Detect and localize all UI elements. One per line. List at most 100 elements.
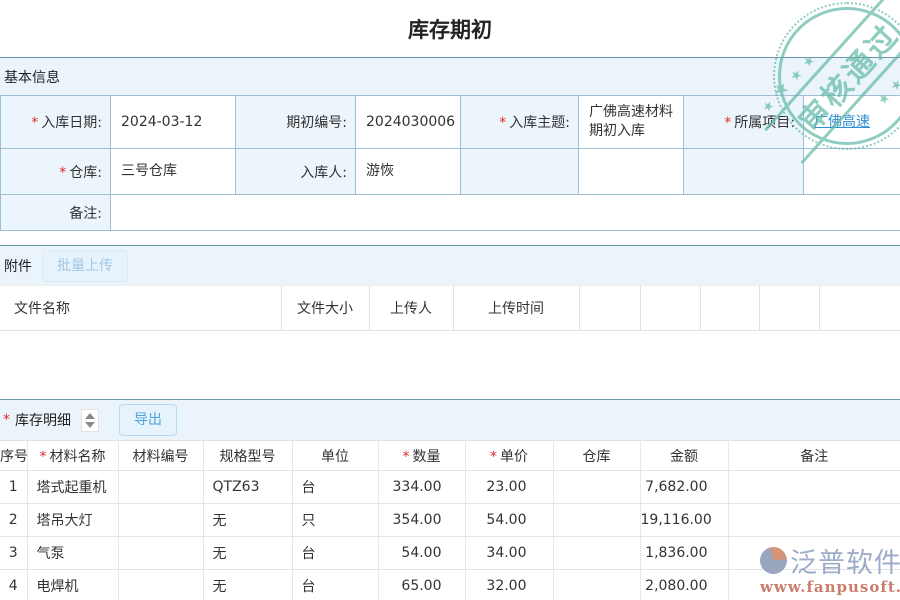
cell-amount: 1,836.00 — [640, 537, 728, 570]
page-title: 库存期初 — [0, 14, 900, 44]
empty-value-cell — [804, 149, 900, 195]
table-row: 2 塔吊大灯 无 只 354.00 54.00 19,116.00 — [0, 504, 900, 537]
cell-spec-model: 无 — [203, 537, 292, 570]
sort-down-icon[interactable] — [85, 422, 95, 428]
basic-info-section-title: 基本信息 — [4, 67, 60, 87]
cell-unit-price: 54.00 — [465, 504, 553, 537]
table-row: 4 电焊机 无 台 65.00 32.00 2,080.00 — [0, 570, 900, 600]
table-row: 1 塔式起重机 QTZ63 台 334.00 23.00 7,682.00 — [0, 471, 900, 504]
required-mark: * — [31, 115, 38, 131]
cell-remark — [728, 504, 900, 537]
sort-spinner[interactable] — [81, 409, 99, 432]
detail-col-remark: 备注 — [728, 441, 900, 471]
empty-label-cell — [461, 149, 579, 195]
cell-unit: 只 — [292, 504, 378, 537]
field-value-inbound-subject: 广佛高速材料期初入库 — [579, 96, 684, 149]
detail-col-spec-model: 规格型号 — [203, 441, 292, 471]
basic-info-form: *入库日期: 2024-03-12 期初编号: 2024030006 *入库主题… — [0, 95, 900, 231]
attach-col-empty — [759, 286, 819, 331]
detail-section-header: * 库存明细 导出 — [0, 399, 900, 440]
cell-amount: 19,116.00 — [640, 504, 728, 537]
cell-material-name: 塔式起重机 — [27, 471, 118, 504]
cell-quantity: 54.00 — [378, 537, 465, 570]
cell-remark — [728, 570, 900, 600]
cell-quantity: 334.00 — [378, 471, 465, 504]
cell-spec-model: 无 — [203, 570, 292, 600]
cell-seq: 2 — [0, 504, 27, 537]
cell-warehouse — [553, 570, 640, 600]
required-mark: * — [59, 165, 66, 181]
inventory-detail-table: 序号 *材料名称 材料编号 规格型号 单位 *数量 *单价 仓库 金额 备注 1… — [0, 440, 900, 600]
field-label-opening-code: 期初编号: — [236, 96, 356, 149]
cell-seq: 4 — [0, 570, 27, 600]
attach-col-file-size: 文件大小 — [281, 286, 369, 331]
detail-col-material-code: 材料编号 — [118, 441, 203, 471]
attach-col-empty — [579, 286, 640, 331]
cell-warehouse — [553, 504, 640, 537]
cell-unit-price: 34.00 — [465, 537, 553, 570]
cell-spec-model: 无 — [203, 504, 292, 537]
detail-col-seq: 序号 — [0, 441, 27, 471]
field-label-remark: 备注: — [1, 195, 111, 231]
attachments-table: 文件名称 文件大小 上传人 上传时间 — [0, 285, 900, 331]
empty-label-cell — [684, 149, 804, 195]
field-label-inbound-subject: *入库主题: — [461, 96, 579, 149]
cell-remark — [728, 537, 900, 570]
cell-material-name: 塔吊大灯 — [27, 504, 118, 537]
cell-spec-model: QTZ63 — [203, 471, 292, 504]
field-label-project: *所属项目: — [684, 96, 804, 149]
field-label-inbound-date: *入库日期: — [1, 96, 111, 149]
attachments-section-title: 附件 — [4, 256, 32, 276]
field-label-warehouse: *仓库: — [1, 149, 111, 195]
detail-col-material-name: *材料名称 — [27, 441, 118, 471]
detail-col-amount: 金额 — [640, 441, 728, 471]
detail-header-row: 序号 *材料名称 材料编号 规格型号 单位 *数量 *单价 仓库 金额 备注 — [0, 441, 900, 471]
field-value-inbound-person: 游恢 — [356, 149, 461, 195]
required-mark: * — [724, 115, 731, 131]
cell-unit: 台 — [292, 471, 378, 504]
cell-material-name: 电焊机 — [27, 570, 118, 600]
cell-remark — [728, 471, 900, 504]
project-link[interactable]: 广佛高速 — [814, 114, 870, 130]
cell-material-code — [118, 504, 203, 537]
cell-amount: 2,080.00 — [640, 570, 728, 600]
required-mark: * — [40, 449, 47, 465]
field-value-warehouse: 三号仓库 — [111, 149, 236, 195]
detail-col-unit-price: *单价 — [465, 441, 553, 471]
required-mark: * — [490, 449, 497, 465]
required-mark: * — [403, 449, 410, 465]
cell-warehouse — [553, 471, 640, 504]
cell-unit: 台 — [292, 570, 378, 600]
export-button[interactable]: 导出 — [119, 404, 177, 436]
required-mark: * — [3, 412, 10, 428]
cell-unit-price: 32.00 — [465, 570, 553, 600]
required-mark: * — [499, 115, 506, 131]
cell-quantity: 65.00 — [378, 570, 465, 600]
detail-col-warehouse: 仓库 — [553, 441, 640, 471]
cell-quantity: 354.00 — [378, 504, 465, 537]
detail-col-quantity: *数量 — [378, 441, 465, 471]
field-label-inbound-person: 入库人: — [236, 149, 356, 195]
cell-material-code — [118, 471, 203, 504]
cell-material-code — [118, 570, 203, 600]
cell-unit: 台 — [292, 537, 378, 570]
empty-value-cell — [579, 149, 684, 195]
basic-info-section-header: 基本信息 — [0, 57, 900, 95]
field-value-remark — [111, 195, 900, 231]
cell-unit-price: 23.00 — [465, 471, 553, 504]
field-value-opening-code: 2024030006 — [356, 96, 461, 149]
field-value-inbound-date: 2024-03-12 — [111, 96, 236, 149]
detail-col-unit: 单位 — [292, 441, 378, 471]
cell-material-name: 气泵 — [27, 537, 118, 570]
cell-seq: 1 — [0, 471, 27, 504]
sort-up-icon[interactable] — [85, 413, 95, 419]
batch-upload-button[interactable]: 批量上传 — [42, 250, 128, 282]
attach-col-empty — [640, 286, 700, 331]
attach-col-empty — [819, 286, 900, 331]
cell-material-code — [118, 537, 203, 570]
field-value-project: 广佛高速 — [804, 96, 900, 149]
cell-warehouse — [553, 537, 640, 570]
cell-amount: 7,682.00 — [640, 471, 728, 504]
detail-section-title: 库存明细 — [15, 410, 71, 430]
attach-col-empty — [700, 286, 759, 331]
